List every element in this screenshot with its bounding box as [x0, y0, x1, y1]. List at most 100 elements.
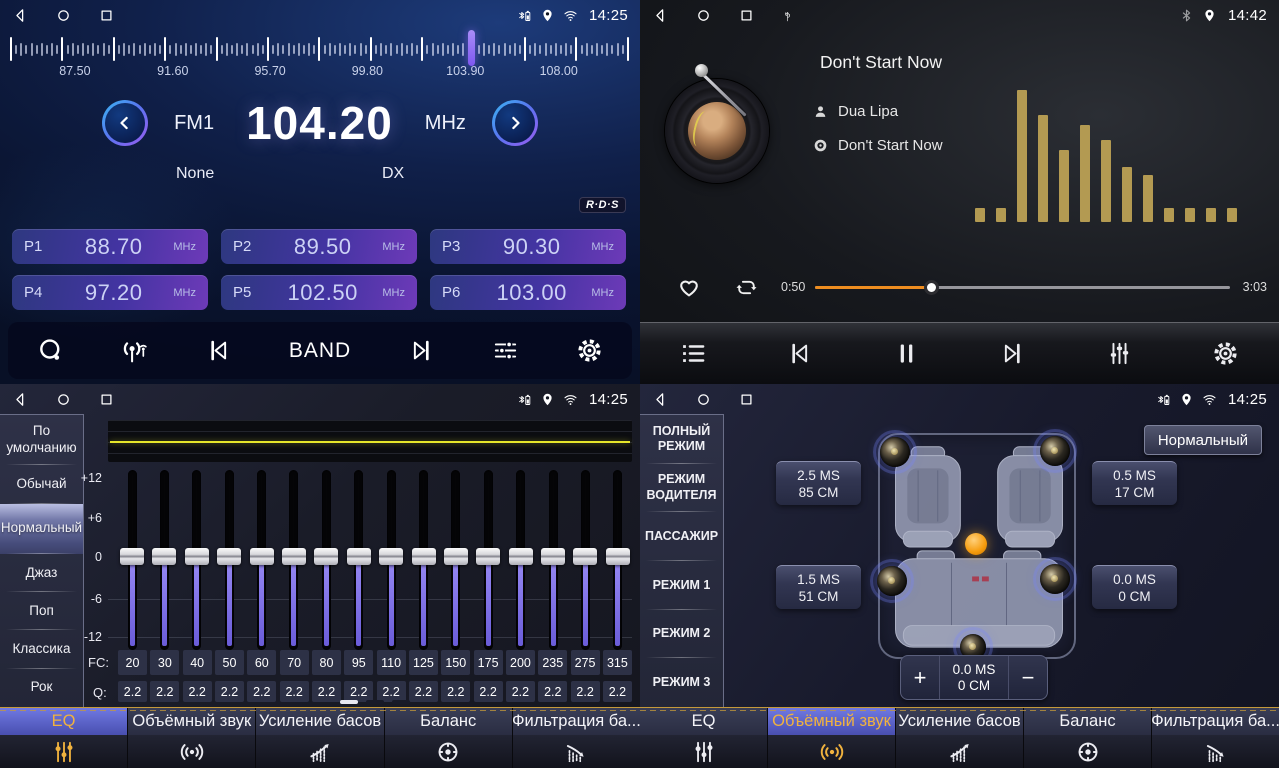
frequency-scale[interactable] — [10, 34, 630, 64]
tab-balance[interactable]: Баланс — [1023, 708, 1151, 768]
tab-bass-boost[interactable]: Усиление басов — [895, 708, 1023, 768]
eq-band-slider[interactable] — [377, 470, 405, 650]
previous-track-icon[interactable] — [785, 339, 814, 368]
home-icon[interactable] — [695, 7, 712, 24]
favorite-icon[interactable] — [676, 274, 702, 300]
tab-balance[interactable]: Баланс — [384, 708, 512, 768]
eq-preset-item[interactable]: Джаз — [0, 554, 83, 592]
preset-p1-button[interactable]: P188.70MHz — [12, 229, 208, 264]
slider-knob[interactable] — [509, 548, 533, 565]
progress-bar[interactable] — [815, 286, 1230, 289]
next-track-icon[interactable] — [998, 339, 1027, 368]
tab-bass-boost[interactable]: Усиление басов — [255, 708, 383, 768]
eq-band-slider[interactable] — [312, 470, 340, 650]
pause-icon[interactable] — [892, 339, 921, 368]
settings-gear-icon[interactable] — [1211, 339, 1240, 368]
repeat-icon[interactable] — [734, 275, 759, 300]
preset-p2-button[interactable]: P289.50MHz — [221, 229, 417, 264]
back-icon[interactable] — [12, 391, 29, 408]
eq-band-slider[interactable] — [571, 470, 599, 650]
rear-left-delay-button[interactable]: 1.5 MS 51 CM — [776, 565, 861, 609]
recents-icon[interactable] — [738, 391, 755, 408]
back-icon[interactable] — [12, 7, 29, 24]
progress-knob[interactable] — [924, 280, 939, 295]
back-icon[interactable] — [652, 7, 669, 24]
listening-position-dot[interactable] — [965, 533, 987, 555]
eq-band-slider[interactable] — [150, 470, 178, 650]
slider-knob[interactable] — [282, 548, 306, 565]
tab-eq[interactable]: EQ — [0, 708, 127, 768]
eq-band-slider[interactable] — [345, 470, 373, 650]
slider-knob[interactable] — [444, 548, 468, 565]
listening-mode-item[interactable]: ПАССАЖИР — [640, 512, 723, 561]
recents-icon[interactable] — [98, 7, 115, 24]
tab-filter[interactable]: Фильтрация ба... — [1151, 708, 1279, 768]
decrease-delay-button[interactable]: − — [1009, 656, 1047, 699]
eq-band-slider[interactable] — [507, 470, 535, 650]
preset-p5-button[interactable]: P5102.50MHz — [221, 275, 417, 310]
preset-p3-button[interactable]: P390.30MHz — [430, 229, 626, 264]
band-button[interactable]: BAND — [289, 339, 351, 363]
preset-p4-button[interactable]: P497.20MHz — [12, 275, 208, 310]
back-icon[interactable] — [652, 391, 669, 408]
eq-band-slider[interactable] — [604, 470, 632, 650]
eq-band-slider[interactable] — [280, 470, 308, 650]
equalizer-icon[interactable] — [1105, 339, 1134, 368]
seek-next-icon[interactable] — [407, 336, 436, 365]
eq-band-slider[interactable] — [183, 470, 211, 650]
slider-knob[interactable] — [347, 548, 371, 565]
eq-band-slider[interactable] — [215, 470, 243, 650]
home-icon[interactable] — [695, 391, 712, 408]
eq-preset-item[interactable]: Рок — [0, 669, 83, 707]
playlist-icon[interactable] — [679, 339, 708, 368]
listening-mode-item[interactable]: РЕЖИМ 1 — [640, 561, 723, 610]
slider-knob[interactable] — [412, 548, 436, 565]
broadcast-dx-icon[interactable] — [120, 336, 149, 365]
settings-gear-icon[interactable] — [575, 336, 604, 365]
slider-knob[interactable] — [185, 548, 209, 565]
slider-knob[interactable] — [217, 548, 241, 565]
home-icon[interactable] — [55, 7, 72, 24]
eq-band-slider[interactable] — [118, 470, 146, 650]
eq-preset-item[interactable]: Поп — [0, 592, 83, 630]
slider-knob[interactable] — [606, 548, 630, 565]
listening-mode-item[interactable]: РЕЖИМ ВОДИТЕЛЯ — [640, 464, 723, 513]
listening-mode-item[interactable]: РЕЖИМ 2 — [640, 610, 723, 659]
slider-knob[interactable] — [152, 548, 176, 565]
seek-previous-icon[interactable] — [204, 336, 233, 365]
slider-knob[interactable] — [476, 548, 500, 565]
seek-down-button[interactable] — [102, 100, 148, 146]
slider-knob[interactable] — [250, 548, 274, 565]
rear-right-delay-button[interactable]: 0.0 MS 0 CM — [1092, 565, 1177, 609]
slider-knob[interactable] — [120, 548, 144, 565]
eq-band-slider[interactable] — [442, 470, 470, 650]
preset-p6-button[interactable]: P6103.00MHz — [430, 275, 626, 310]
listening-mode-item[interactable]: ПОЛНЫЙ РЕЖИМ — [640, 415, 723, 464]
increase-delay-button[interactable]: + — [901, 656, 939, 699]
eq-preset-item[interactable]: Классика — [0, 630, 83, 668]
slider-knob[interactable] — [541, 548, 565, 565]
eq-preset-item[interactable]: Нормальный — [0, 504, 83, 554]
tab-surround[interactable]: Объёмный звук — [767, 708, 895, 768]
search-icon[interactable] — [36, 336, 65, 365]
eq-band-slider[interactable] — [410, 470, 438, 650]
listening-mode-item[interactable]: РЕЖИМ 3 — [640, 658, 723, 707]
seek-up-button[interactable] — [492, 100, 538, 146]
eq-band-slider[interactable] — [539, 470, 567, 650]
stage-preset-button[interactable]: Нормальный — [1144, 425, 1262, 455]
tab-eq[interactable]: EQ — [640, 708, 767, 768]
eq-preset-item[interactable]: Обычай — [0, 465, 83, 503]
front-left-delay-button[interactable]: 2.5 MS 85 CM — [776, 461, 861, 505]
slider-knob[interactable] — [379, 548, 403, 565]
eq-band-slider[interactable] — [474, 470, 502, 650]
eq-preset-item[interactable]: По умолчанию — [0, 415, 83, 465]
slider-knob[interactable] — [573, 548, 597, 565]
tab-surround[interactable]: Объёмный звук — [127, 708, 255, 768]
home-icon[interactable] — [55, 391, 72, 408]
tab-filter[interactable]: Фильтрация ба... — [512, 708, 640, 768]
eq-band-slider[interactable] — [248, 470, 276, 650]
slider-knob[interactable] — [314, 548, 338, 565]
eq-settings-icon[interactable] — [491, 336, 520, 365]
front-right-delay-button[interactable]: 0.5 MS 17 CM — [1092, 461, 1177, 505]
recents-icon[interactable] — [738, 7, 755, 24]
